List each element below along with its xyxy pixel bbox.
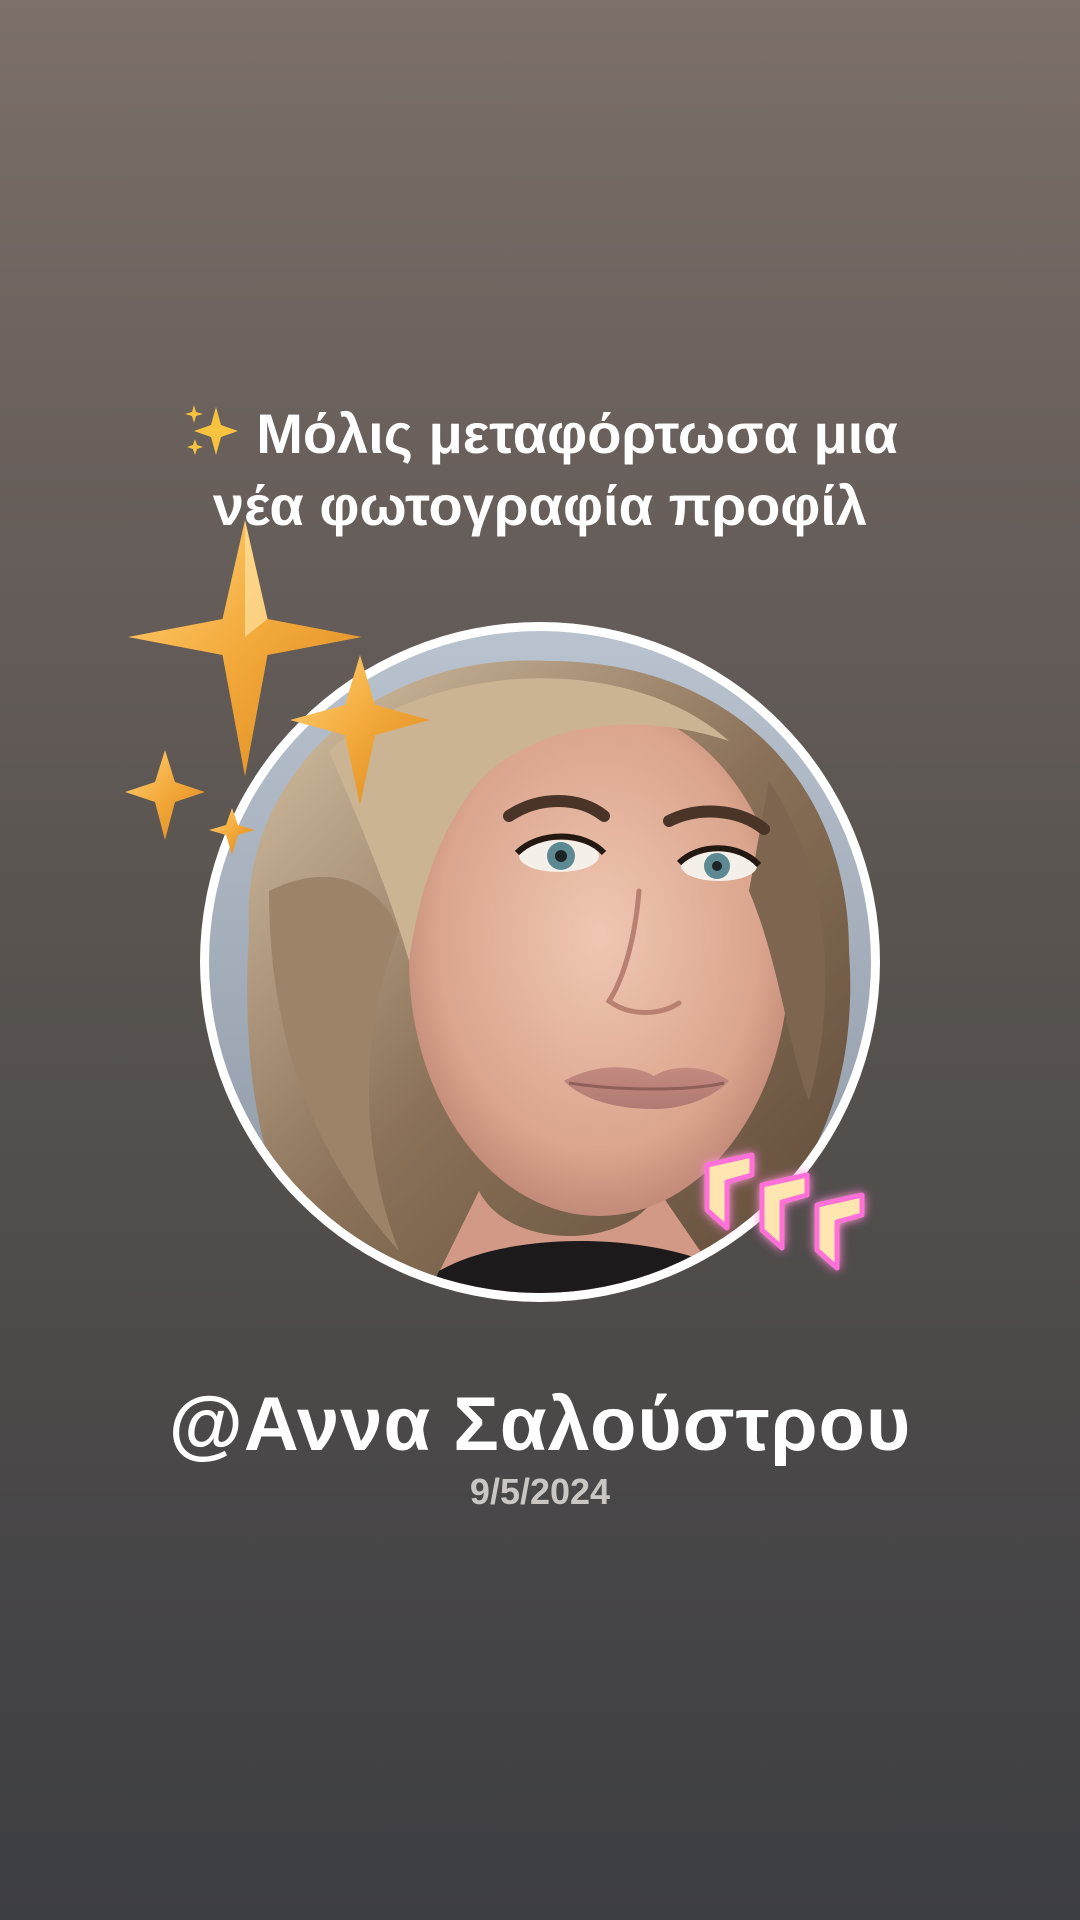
gold-sparkle-stars-icon	[125, 520, 430, 855]
username[interactable]: @Αννα Σαλούστρου	[0, 1380, 1080, 1470]
neon-pink-chevrons-icon	[704, 1152, 865, 1271]
post-date: 9/5/2024	[469, 1471, 611, 1512]
headline-line-1: Μόλις μεταφόρτωσα μια	[0, 398, 1080, 470]
headline-text-1: Μόλις μεταφόρτωσα μια	[256, 402, 898, 465]
sparkles-icon	[185, 405, 239, 455]
